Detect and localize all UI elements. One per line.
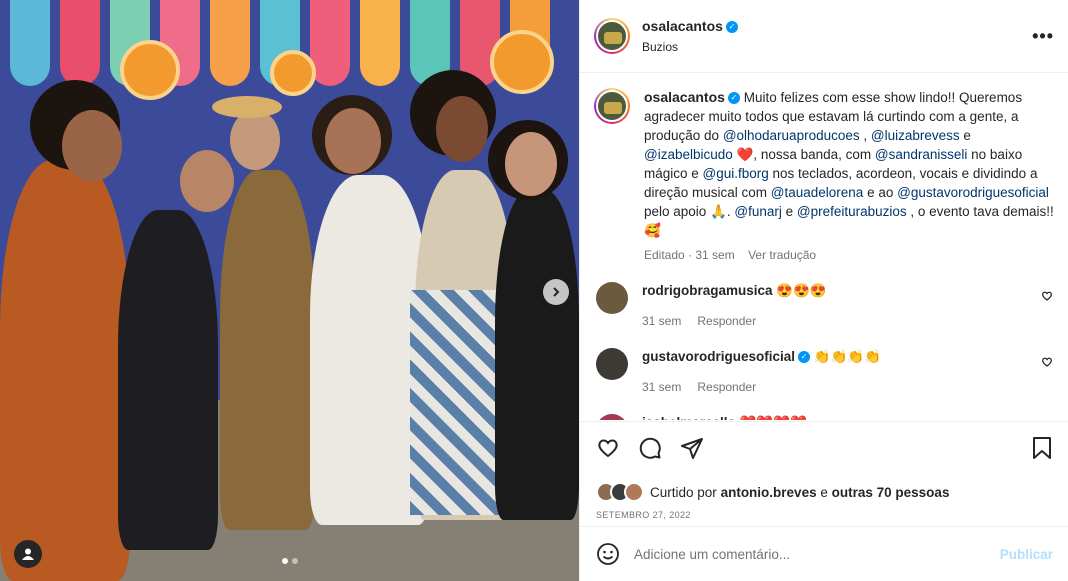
mention-link[interactable]: @gustavorodriguesoficial [897,185,1049,200]
emoji-icon[interactable] [596,542,620,566]
carousel-dot [282,558,288,564]
mention-link[interactable]: @izabelbicudo [644,147,733,162]
caption-segment: e [781,204,797,219]
avatar[interactable] [596,414,628,420]
comment-username[interactable]: gustavorodriguesoficial [642,349,795,364]
tagged-users-button[interactable] [14,540,42,568]
mention-link[interactable]: @olhodaruaproducoes [723,128,860,143]
bookmark-icon[interactable] [1031,436,1053,460]
carousel-indicator [282,558,298,564]
caption: osalacantos ✓ Muito felizes com esse show… [594,88,1055,262]
comment-username[interactable]: rodrigobragamusica [642,283,773,298]
more-options-button[interactable]: ••• [1032,26,1054,47]
comment-username[interactable]: isabelmarcello [642,415,736,420]
verified-badge-icon: ✓ [727,92,740,105]
caption-segment: ❤️, nossa banda, com [732,147,875,162]
post-details-panel: osalacantos ✓ Buzios ••• osalacantos ✓ Mui… [579,0,1068,581]
caption-segment: , [859,128,871,143]
likes-summary[interactable]: Curtido por antonio.breves e outras 70 p… [596,482,1053,502]
comment-items: rodrigobragamusica 😍😍😍 31 sem Responder gus… [594,282,1055,420]
user-tag-icon [22,548,34,560]
caption-body: Muito felizes com esse show lindo!! Quer… [644,90,1054,238]
comment-item: gustavorodriguesoficial ✓ 👏👏👏👏 31 sem Respo… [594,348,1055,394]
chevron-right-icon [553,287,560,297]
avatar[interactable] [594,88,630,124]
carousel-dot [292,558,298,564]
avatar[interactable] [594,18,630,54]
post-username[interactable]: osalacantos [642,18,723,34]
post-location[interactable]: Buzios [642,40,738,54]
comment-time: 31 sem [642,314,682,328]
mention-link[interactable]: @funarj [734,204,781,219]
post-photo[interactable] [0,0,579,581]
next-photo-button[interactable] [543,279,569,305]
heart-icon[interactable] [1041,356,1053,368]
comment-time: 31 sem [642,380,682,394]
reply-button[interactable]: Responder [697,380,756,394]
likes-others[interactable]: outras 70 pessoas [832,485,950,500]
translate-link[interactable]: Ver tradução [748,248,816,262]
publish-button[interactable]: Publicar [1000,547,1053,562]
heart-icon[interactable] [1041,290,1053,302]
caption-username[interactable]: osalacantos [644,89,725,105]
caption-segment: pelo apoio 🙏. [644,204,735,219]
comment-text: 👏👏👏👏 [813,349,882,364]
avatar[interactable] [596,282,628,314]
comment-text: ❤️❤️❤️❤️ [740,415,807,420]
comment-item: rodrigobragamusica 😍😍😍 31 sem Responder [594,282,1055,328]
comments-list: osalacantos ✓ Muito felizes com esse show… [580,74,1068,420]
comment-input[interactable]: Adicione um comentário... [634,547,1000,562]
likes-middle: e [820,484,828,500]
comment-text: 😍😍😍 [776,283,827,298]
caption-text: osalacantos ✓ Muito felizes com esse show… [644,88,1054,240]
add-comment-bar: Adicione um comentário... Publicar [580,526,1068,581]
avatar[interactable] [596,348,628,380]
caption-segment: e [959,128,971,143]
liker-avatars [596,482,644,502]
comment-item: isabelmarcello ❤️❤️❤️❤️31 semResponder [594,414,1055,420]
comment-icon[interactable] [638,436,662,460]
mention-link[interactable]: @gui.fborg [703,166,769,181]
mention-link[interactable]: @sandranisseli [875,147,968,162]
share-icon[interactable] [680,436,704,460]
caption-segment: e ao [863,185,898,200]
avatar [624,482,644,502]
likes-prefix: Curtido por [650,484,717,500]
liker-username[interactable]: antonio.breves [721,485,817,500]
instagram-post-modal: osalacantos ✓ Buzios ••• osalacantos ✓ Mui… [0,0,1068,581]
verified-badge-icon: ✓ [725,20,738,33]
reply-button[interactable]: Responder [697,314,756,328]
caption-meta: Editado · 31 sem Ver tradução [644,248,1054,262]
post-date: SETEMBRO 27, 2022 [596,510,691,520]
post-actions: Curtido por antonio.breves e outras 70 p… [580,421,1068,520]
mention-link[interactable]: @luizabrevess [871,128,960,143]
post-header: osalacantos ✓ Buzios ••• [580,0,1068,73]
heart-icon[interactable] [596,436,620,460]
edited-time: Editado · 31 sem [644,248,735,262]
mention-link[interactable]: @tauadelorena [771,185,864,200]
mention-link[interactable]: @prefeiturabuzios [797,204,907,219]
verified-badge-icon: ✓ [798,351,811,364]
